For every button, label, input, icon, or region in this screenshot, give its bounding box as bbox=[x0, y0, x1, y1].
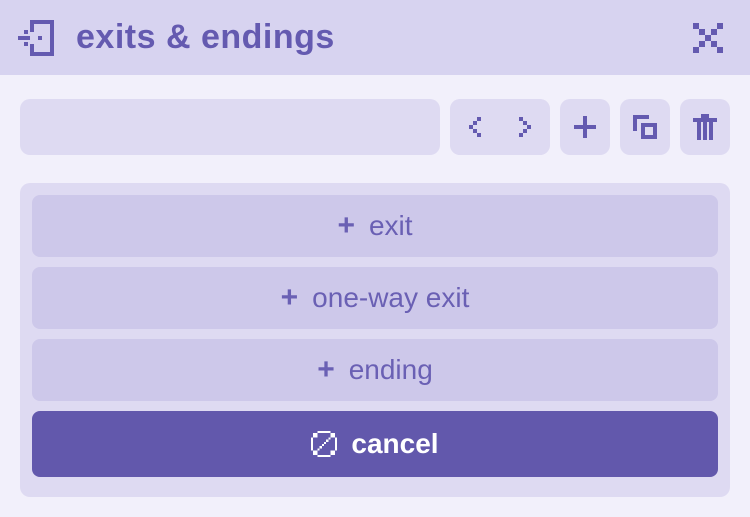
delete-button[interactable] bbox=[680, 99, 730, 155]
toolbar bbox=[20, 99, 730, 155]
next-button[interactable] bbox=[500, 99, 550, 155]
panel-body: + exit + one-way exit + ending bbox=[0, 75, 750, 517]
action-label: one-way exit bbox=[312, 282, 469, 314]
close-button[interactable] bbox=[688, 18, 728, 58]
action-label: ending bbox=[349, 354, 433, 386]
cancel-icon bbox=[311, 431, 337, 457]
plus-icon: + bbox=[281, 283, 299, 313]
nav-group bbox=[450, 99, 550, 155]
add-button[interactable] bbox=[560, 99, 610, 155]
add-exit-button[interactable]: + exit bbox=[32, 195, 718, 257]
arrow-left-icon bbox=[468, 117, 482, 137]
plus-icon: + bbox=[337, 211, 355, 241]
cancel-button[interactable]: cancel bbox=[32, 411, 718, 477]
duplicate-icon bbox=[633, 115, 657, 139]
duplicate-button[interactable] bbox=[620, 99, 670, 155]
close-icon bbox=[693, 23, 723, 53]
plus-icon: + bbox=[317, 355, 335, 385]
plus-icon bbox=[574, 116, 596, 138]
panel-header: exits & endings bbox=[0, 0, 750, 75]
action-label: exit bbox=[369, 210, 413, 242]
exit-door-icon bbox=[18, 18, 58, 58]
name-input[interactable] bbox=[20, 99, 440, 155]
add-ending-button[interactable]: + ending bbox=[32, 339, 718, 401]
trash-icon bbox=[693, 114, 717, 140]
arrow-right-icon bbox=[518, 117, 532, 137]
action-list: + exit + one-way exit + ending bbox=[20, 183, 730, 497]
panel-title: exits & endings bbox=[76, 18, 335, 57]
action-label: cancel bbox=[351, 428, 438, 460]
add-one-way-exit-button[interactable]: + one-way exit bbox=[32, 267, 718, 329]
prev-button[interactable] bbox=[450, 99, 500, 155]
exits-endings-panel: exits & endings bbox=[0, 0, 750, 517]
